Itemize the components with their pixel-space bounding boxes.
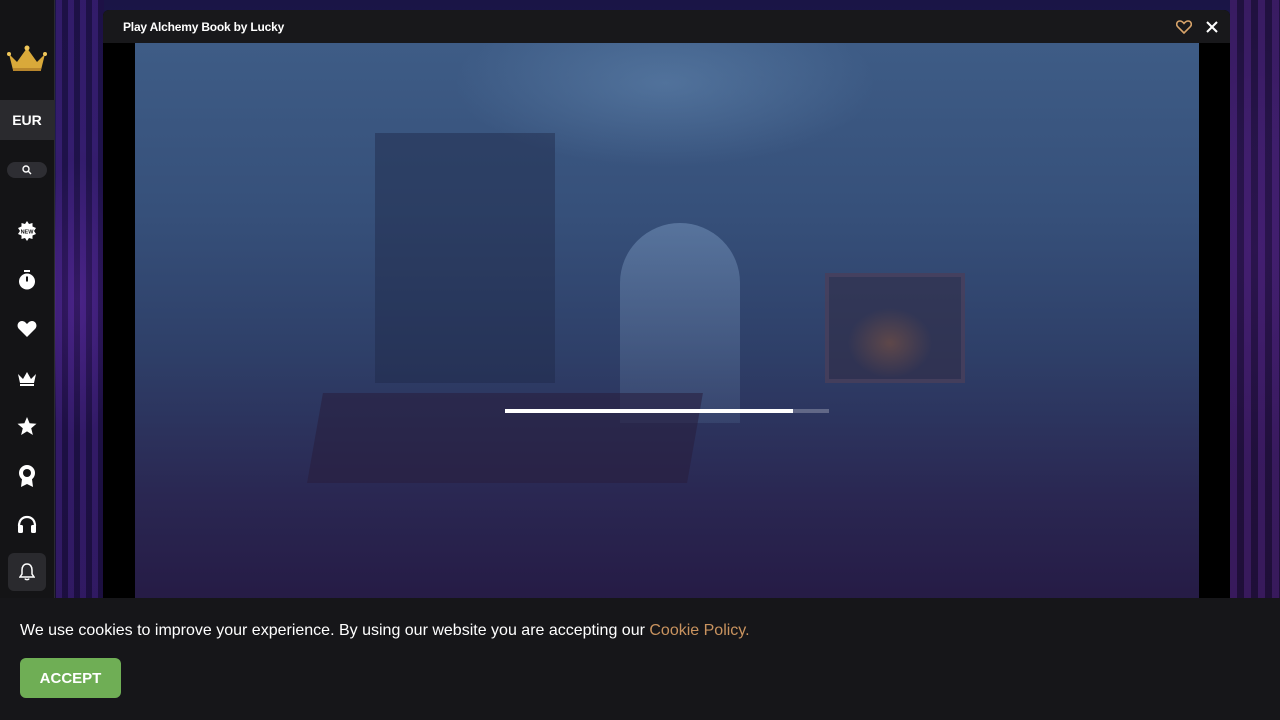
game-frame[interactable] [135, 43, 1199, 610]
accept-button[interactable]: ACCEPT [20, 658, 121, 698]
bookshelf-decor [375, 133, 555, 383]
nav-recent[interactable] [0, 255, 55, 304]
search-icon [22, 165, 32, 175]
heart-icon [17, 320, 37, 337]
close-icon[interactable] [1206, 20, 1218, 33]
nav-support[interactable] [0, 500, 55, 549]
crown-icon [18, 371, 36, 386]
background-curtain-right [1230, 0, 1280, 600]
currency-label: EUR [12, 112, 42, 128]
cookie-banner: We use cookies to improve your experienc… [0, 598, 1280, 720]
nav-vip[interactable] [0, 353, 55, 402]
star-icon [17, 417, 37, 435]
background-curtain-left [56, 0, 104, 600]
currency-selector[interactable]: EUR [0, 100, 55, 140]
search-button[interactable] [7, 162, 47, 178]
headset-icon [17, 515, 37, 533]
nav-tournaments[interactable] [0, 451, 55, 500]
svg-text:NEW: NEW [21, 229, 35, 235]
modal-actions [1176, 19, 1218, 34]
modal-header: Play Alchemy Book by Lucky [103, 10, 1230, 43]
new-icon: NEW [18, 220, 36, 241]
cookie-policy-link[interactable]: Cookie Policy. [649, 622, 749, 639]
nav-top-games[interactable] [0, 402, 55, 451]
loading-progress-bar [505, 409, 829, 413]
timer-icon [19, 269, 35, 289]
award-icon [19, 464, 35, 487]
loading-progress-fill [505, 409, 794, 413]
nav-favorites[interactable] [0, 304, 55, 353]
fireplace-decor [825, 273, 965, 383]
modal-title: Play Alchemy Book by Lucky [123, 19, 285, 34]
crown-logo-icon[interactable] [7, 44, 47, 74]
game-modal: Play Alchemy Book by Lucky [103, 10, 1230, 610]
bell-icon [19, 563, 35, 581]
nav-new-games[interactable]: NEW [0, 206, 55, 255]
notifications-button[interactable] [8, 553, 46, 591]
favorite-heart-icon[interactable] [1176, 19, 1192, 34]
cookie-message: We use cookies to improve your experienc… [20, 622, 1260, 640]
cookie-text: We use cookies to improve your experienc… [20, 622, 650, 639]
alchemy-table-decor [307, 393, 703, 483]
